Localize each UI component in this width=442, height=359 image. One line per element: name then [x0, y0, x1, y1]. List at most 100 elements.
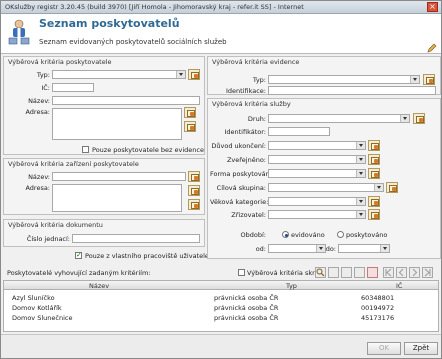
column-header-ic[interactable]: IČ: [396, 282, 402, 290]
page-subtitle: Seznam evidovaných poskytovatelů sociáln…: [39, 38, 227, 46]
period-to-select[interactable]: [338, 244, 390, 253]
provider-type-label: Typ:: [36, 71, 50, 79]
period-from-label: od:: [255, 245, 266, 253]
next-page-icon[interactable]: [409, 267, 420, 278]
hide-criteria-checkbox[interactable]: [238, 269, 245, 276]
provider-name-label: Název:: [28, 97, 50, 105]
column-header-name[interactable]: Název: [89, 282, 109, 290]
service-age-category-select[interactable]: [268, 197, 366, 206]
founder-picker-icon[interactable]: [368, 209, 380, 220]
service-target-group-select[interactable]: [268, 183, 384, 192]
own-workplace-checkbox[interactable]: [75, 251, 82, 259]
provider-ic-label: IČ:: [41, 84, 50, 92]
facility-address-textarea[interactable]: [52, 184, 182, 212]
form-picker-icon[interactable]: [368, 168, 380, 179]
provider-no-record-checkbox[interactable]: [82, 146, 89, 153]
service-founder-label: Zřizovatel:: [231, 211, 266, 219]
service-criteria-group: Výběrová kritéria služby Druh: Identifik…: [207, 98, 441, 259]
provider-address-textarea[interactable]: [52, 108, 182, 140]
record-id-input[interactable]: [268, 86, 436, 95]
chevron-down-icon: [319, 247, 323, 250]
grid-view-icon[interactable]: [341, 267, 352, 278]
table-row[interactable]: Domov Slunečnice právnická osoba ČR 4517…: [4, 313, 438, 322]
document-ref-input[interactable]: [72, 234, 200, 243]
chevron-down-icon: [359, 172, 363, 175]
facility-criteria-group: Výběrová kritéria zařízení poskytovatele…: [3, 158, 205, 215]
record-criteria-legend: Výběrová kritéria evidence: [212, 58, 300, 66]
record-criteria-group: Výběrová kritéria evidence Typ: Identifi…: [207, 56, 441, 95]
last-page-icon[interactable]: [422, 267, 433, 278]
service-end-reason-label: Důvod ukončení:: [211, 142, 266, 150]
results-caption: Poskytovatelé vyhovující zadaným kritéri…: [7, 269, 151, 277]
columns-icon[interactable]: [354, 267, 365, 278]
facility-name-input[interactable]: [52, 172, 186, 181]
service-criteria-legend: Výběrová kritéria služby: [212, 100, 291, 108]
facility-address-book-icon[interactable]: [188, 185, 200, 196]
facility-name-label: Název:: [28, 173, 50, 181]
row-name-cell: Azyl Sluníčko: [12, 294, 55, 302]
provider-ic-input[interactable]: [52, 83, 94, 92]
service-end-reason-select[interactable]: [268, 141, 366, 150]
period-recorded-radio[interactable]: [282, 231, 289, 238]
address-book-icon[interactable]: [184, 107, 196, 118]
row-ic-cell: 45173176: [361, 314, 395, 322]
search-icon[interactable]: [315, 267, 326, 278]
page-header: Seznam poskytovatelů Seznam evidovaných …: [1, 14, 441, 54]
provider-address-picker-icon[interactable]: [184, 121, 196, 132]
service-kind-select[interactable]: [268, 114, 410, 123]
results-table-header: Název Typ IČ: [4, 281, 438, 290]
period-from-select[interactable]: [268, 244, 326, 253]
service-period-label: Období:: [240, 231, 266, 239]
next-page-glyph-icon: [412, 268, 418, 277]
prev-page-icon[interactable]: [396, 267, 407, 278]
row-ic-cell: 60348801: [361, 294, 395, 302]
provider-type-picker-icon[interactable]: [188, 69, 200, 80]
period-provided-label: poskytováno: [346, 231, 388, 239]
hide-criteria-label: Výběrová kritéria skrytá: [247, 269, 326, 277]
published-picker-icon[interactable]: [368, 154, 380, 165]
chevron-down-icon: [359, 213, 363, 216]
document-criteria-group: Výběrová kritéria dokumentu Číslo jednac…: [3, 219, 205, 247]
record-type-picker-icon[interactable]: [423, 74, 435, 85]
provider-criteria-legend: Výběrová kritéria poskytovatele: [8, 58, 112, 66]
period-provided-radio[interactable]: [337, 231, 344, 238]
service-founder-select[interactable]: [268, 210, 366, 219]
service-published-select[interactable]: [268, 155, 366, 164]
provider-type-select[interactable]: [52, 70, 186, 79]
facility-name-picker-icon[interactable]: [188, 171, 200, 182]
clear-icon[interactable]: [367, 267, 378, 278]
document-criteria-legend: Výběrová kritéria dokumentu: [8, 221, 103, 229]
service-published-label: Zveřejněno:: [226, 156, 266, 164]
end-reason-picker-icon[interactable]: [368, 140, 380, 151]
chevron-down-icon: [179, 73, 183, 76]
ok-button[interactable]: OK: [367, 342, 401, 355]
provider-criteria-group: Výběrová kritéria poskytovatele Typ: IČ:…: [3, 56, 205, 155]
target-group-picker-icon[interactable]: [386, 182, 398, 193]
service-identifier-input[interactable]: [268, 127, 330, 136]
table-row[interactable]: Domov Kotlářík právnická osoba ČR 001949…: [4, 303, 438, 312]
first-page-icon[interactable]: [383, 267, 394, 278]
service-age-category-label: Věková kategorie:: [210, 198, 269, 206]
first-page-glyph-icon: [385, 268, 392, 277]
facility-criteria-legend: Výběrová kritéria zařízení poskytovatele: [8, 160, 139, 168]
row-type-cell: právnická osoba ČR: [214, 304, 279, 312]
service-kind-label: Druh:: [247, 115, 266, 123]
close-button[interactable]: ×: [427, 2, 438, 12]
age-category-picker-icon[interactable]: [368, 196, 380, 207]
chevron-down-icon: [413, 78, 417, 81]
window-title: OKslužby registr 3.20.45 (build 3970) [J…: [5, 3, 304, 11]
document-ref-label: Číslo jednací:: [26, 235, 70, 243]
column-header-type[interactable]: Typ: [286, 282, 297, 290]
service-kind-picker-icon[interactable]: [413, 113, 425, 124]
period-recorded-label: evidováno: [291, 231, 325, 239]
back-button[interactable]: Zpět: [404, 342, 438, 355]
app-window: OKslužby registr 3.20.45 (build 3970) [J…: [0, 0, 442, 359]
record-type-select[interactable]: [268, 75, 420, 84]
title-bar: OKslužby registr 3.20.45 (build 3970) [J…: [1, 1, 441, 14]
table-row[interactable]: Azyl Sluníčko právnická osoba ČR 6034880…: [4, 293, 438, 302]
facility-address-picker-icon[interactable]: [188, 199, 200, 210]
service-form-select[interactable]: [268, 169, 366, 178]
provider-name-input[interactable]: [52, 96, 200, 105]
pencil-icon[interactable]: [427, 43, 437, 53]
list-view-icon[interactable]: [328, 267, 339, 278]
